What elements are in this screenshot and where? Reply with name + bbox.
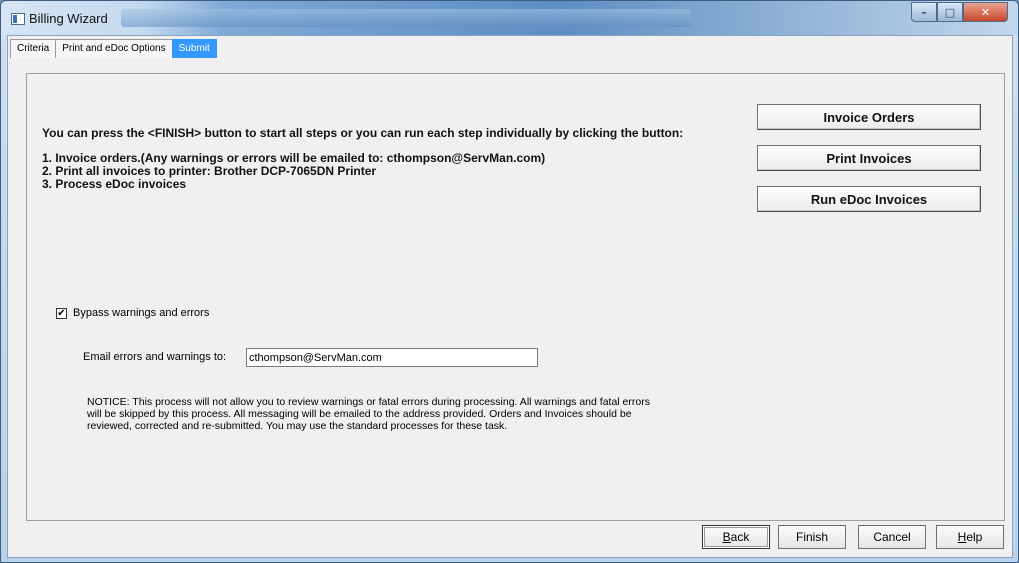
maximize-button[interactable]: □ (937, 2, 963, 22)
back-accel: B (722, 530, 731, 544)
email-input[interactable] (246, 348, 538, 367)
notice-line-3: reviewed, corrected and re-submitted. Yo… (87, 420, 508, 432)
window-title: Billing Wizard (29, 11, 108, 26)
tab-criteria[interactable]: Criteria (10, 39, 57, 58)
back-label: ack (730, 530, 750, 544)
bypass-checkbox[interactable]: ✔ (56, 307, 67, 319)
back-button[interactable]: Back (702, 525, 770, 549)
minimize-button[interactable]: – (911, 2, 937, 22)
tab-submit[interactable]: Submit (171, 39, 217, 58)
app-icon[interactable] (11, 13, 25, 25)
title-bar-glass (121, 9, 691, 27)
intro-text: You can press the <FINISH> button to sta… (42, 126, 684, 140)
minimize-icon: – (921, 5, 927, 19)
bypass-label[interactable]: Bypass warnings and errors (73, 307, 209, 319)
help-button[interactable]: Help (936, 525, 1004, 549)
run-edoc-invoices-button[interactable]: Run eDoc Invoices (757, 186, 981, 212)
finish-button[interactable]: Finish (778, 525, 846, 549)
tab-print-edoc-options[interactable]: Print and eDoc Options (55, 39, 173, 58)
title-bar[interactable]: Billing Wizard – □ ✕ (1, 1, 1018, 35)
notice-line-1: NOTICE: This process will not allow you … (87, 396, 650, 408)
submit-panel: You can press the <FINISH> button to sta… (26, 73, 1005, 521)
notice-text: NOTICE: This process will not allow you … (87, 396, 687, 432)
bypass-row: ✔ Bypass warnings and errors (56, 307, 209, 319)
billing-wizard-window: Billing Wizard – □ ✕ Criteria Print and … (0, 0, 1019, 563)
notice-line-2: will be skipped by this process. All mes… (87, 408, 632, 420)
maximize-icon: □ (944, 5, 956, 19)
close-button[interactable]: ✕ (963, 2, 1008, 22)
help-label: elp (966, 530, 983, 544)
print-invoices-button[interactable]: Print Invoices (757, 145, 981, 171)
steps-list: 1. Invoice orders.(Any warnings or error… (42, 152, 545, 191)
help-accel: H (957, 530, 967, 544)
cancel-button[interactable]: Cancel (858, 525, 926, 549)
invoice-orders-button[interactable]: Invoice Orders (757, 104, 981, 130)
wizard-client-area: Criteria Print and eDoc Options Submit Y… (7, 35, 1013, 558)
tab-strip: Criteria Print and eDoc Options Submit (10, 39, 217, 58)
email-label: Email errors and warnings to: (83, 351, 227, 363)
step-3: 3. Process eDoc invoices (42, 177, 187, 191)
close-icon: ✕ (980, 5, 991, 19)
